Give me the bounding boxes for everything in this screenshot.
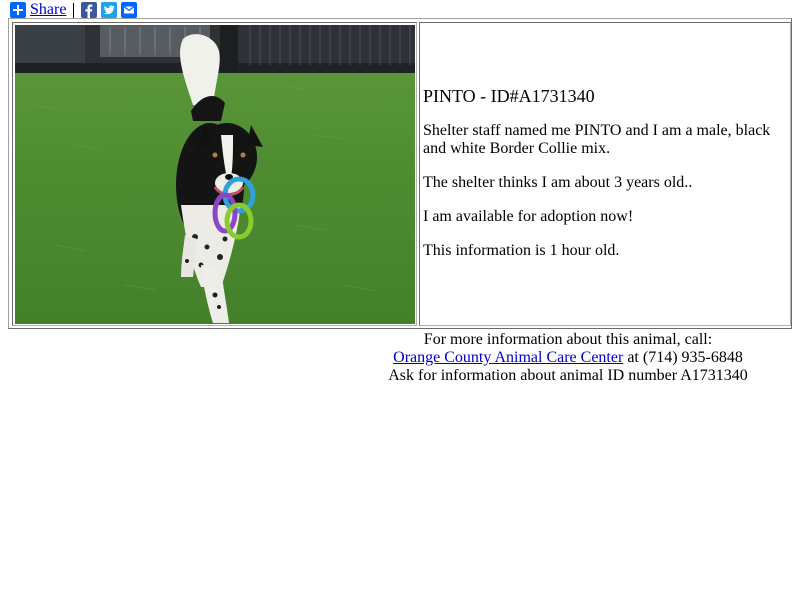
facebook-icon[interactable] (81, 2, 98, 18)
animal-photo (15, 25, 415, 324)
animal-availability: I am available for adoption now! (423, 208, 634, 225)
info-cell: PINTO - ID#A1731340 Shelter staff named … (419, 22, 791, 326)
animal-age: The shelter thinks I am about 3 years ol… (423, 174, 693, 191)
info-freshness: This information is 1 hour old. (423, 242, 620, 259)
email-icon[interactable] (121, 2, 138, 18)
contact-line: Orange County Animal Care Center at (714… (388, 349, 748, 367)
contact-ask: Ask for information about animal ID numb… (388, 367, 748, 384)
shelter-phone: at (714) 935-6848 (623, 349, 743, 366)
contact-intro: For more information about this animal, … (423, 331, 713, 348)
animal-description: Shelter staff named me PINTO and I am a … (423, 122, 771, 157)
plus-icon[interactable] (10, 2, 26, 18)
share-divider (73, 2, 75, 18)
animal-table: PINTO - ID#A1731340 Shelter staff named … (8, 18, 792, 329)
animal-info: PINTO - ID#A1731340 Shelter staff named … (423, 23, 783, 323)
share-bar: Share (10, 1, 141, 19)
contact-info: For more information about this animal, … (388, 331, 748, 385)
animal-title: PINTO - ID#A1731340 (423, 86, 595, 106)
photo-cell (12, 22, 417, 326)
shelter-link[interactable]: Orange County Animal Care Center (393, 349, 623, 366)
share-link[interactable]: Share (30, 2, 66, 18)
twitter-icon[interactable] (101, 2, 118, 18)
